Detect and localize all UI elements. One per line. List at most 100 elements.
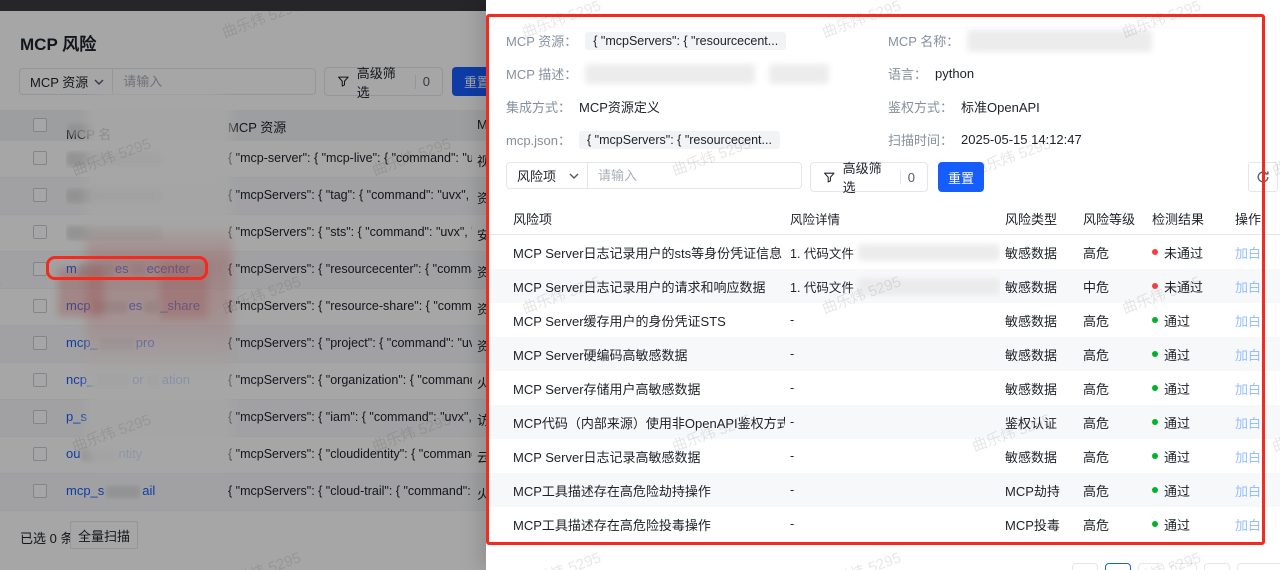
whitelist-link[interactable]: 加白 (1235, 371, 1265, 405)
page-button[interactable] (1171, 563, 1197, 570)
mcp-name-link[interactable]: mcp_ pro (66, 335, 222, 353)
mcp-table-row[interactable]: mcp_s ail { "mcpServers": { "cloud-trail":… (0, 474, 486, 511)
whitelist-link[interactable]: 加白 (1235, 405, 1265, 439)
row-checkbox[interactable] (33, 373, 47, 387)
screenshot-stage: MCP 风险 MCP 资源 高级筛选 0 重置 MCP 名 MCP 资源 M {… (0, 0, 1280, 570)
col-risk-level: 风险等级 (1083, 212, 1136, 227)
risk-item-cell: MCP工具描述存在高危险劫持操作 (513, 483, 711, 499)
mcp-name-link[interactable] (66, 187, 222, 205)
description-value-censored (769, 63, 830, 84)
risk-advanced-filter-button[interactable]: 高级筛选 0 (810, 161, 928, 195)
mcp-table-row[interactable]: mcp_ pro { "mcpServers": { "project": { "c… (0, 326, 486, 363)
whitelist-link[interactable]: 加白 (1235, 337, 1265, 371)
left-search-input[interactable] (113, 74, 315, 89)
mcp-name-link[interactable]: mcp_s ail (66, 483, 222, 501)
row-checkbox[interactable] (33, 262, 47, 276)
mcp-name-link[interactable]: mcp es _share (66, 298, 222, 316)
status-dot (1152, 283, 1158, 289)
mcp-extra-cell: 安 (477, 228, 486, 243)
detect-result-text: 未通过 (1164, 245, 1204, 261)
mcp-table-row[interactable]: ou ntity { "mcpServers": { "cloudidentity"… (0, 437, 486, 474)
mcp-name-link[interactable]: ncp_ or ation (66, 372, 222, 390)
whitelist-link[interactable]: 加白 (1235, 235, 1265, 269)
detect-result-text: 通过 (1164, 415, 1191, 431)
page-size-select[interactable] (1237, 563, 1280, 570)
risk-level-cell: 高危 (1083, 449, 1110, 465)
name-value-censored (967, 29, 1153, 52)
mcp-table-row[interactable]: { "mcpServers": { "tag": { "command": "u… (0, 178, 486, 215)
name-fragment: ail (142, 483, 156, 498)
risk-detail-cell: - (790, 507, 1000, 541)
risk-type-cell: MCP投毒 (1005, 517, 1060, 533)
status-dot (1152, 317, 1158, 323)
divider (899, 170, 901, 184)
row-checkbox[interactable] (33, 151, 47, 165)
mcp-extra-cell: 视 (477, 154, 486, 169)
name-fragment: ation (161, 372, 190, 387)
mcp-table-row[interactable]: m es ecenter { "mcpServers": { "resourcecen… (0, 252, 486, 289)
risk-level-cell: 中危 (1083, 279, 1110, 295)
whitelist-link[interactable]: 加白 (1235, 473, 1265, 507)
row-checkbox[interactable] (33, 410, 47, 424)
row-checkbox[interactable] (33, 299, 47, 313)
risk-type-cell: 敏感数据 (1005, 449, 1058, 465)
row-checkbox[interactable] (33, 188, 47, 202)
detect-result-cell: 通过 (1152, 439, 1232, 473)
whitelist-link[interactable]: 加白 (1235, 507, 1265, 541)
scan-all-button[interactable]: 全量扫描 (70, 521, 138, 549)
divider (414, 74, 416, 89)
row-checkbox[interactable] (33, 225, 47, 239)
mcp-table-row[interactable]: p_s { "mcpServers": { "iam": { "command":… (0, 400, 486, 437)
row-checkbox[interactable] (33, 447, 47, 461)
risk-reset-button[interactable]: 重置 (938, 162, 984, 192)
mcp-name-link[interactable] (66, 150, 222, 168)
browser-top-bar (0, 0, 486, 11)
mcp-resource-cell: { "mcpServers": { "project": { "command"… (228, 336, 472, 350)
mcp-extra-cell: 云 (477, 450, 486, 465)
mcp-name-link[interactable]: p_s (66, 409, 222, 427)
censored-gap (130, 263, 145, 276)
whitelist-link[interactable]: 加白 (1235, 269, 1265, 303)
mcp-name-link[interactable]: m es ecenter (66, 261, 222, 279)
mcp-name-link[interactable]: ou ntity (66, 446, 222, 464)
risk-detail-cell: - (790, 337, 1000, 371)
page-next-button[interactable] (1204, 563, 1230, 570)
funnel-icon (338, 76, 349, 87)
language-value: python (935, 66, 975, 81)
mcp-table-row[interactable]: { "mcp-server": { "mcp-live": { "command… (0, 141, 486, 178)
censored-gap (145, 374, 160, 387)
mcp-table-row[interactable]: ncp_ or ation { "mcpServers": { "organizati… (0, 363, 486, 400)
detect-result-cell: 通过 (1152, 371, 1232, 405)
left-field-selector-label: MCP 资源 (30, 75, 89, 90)
page-prev-button[interactable] (1072, 563, 1098, 570)
whitelist-link[interactable]: 加白 (1235, 439, 1265, 473)
mcp-extra-cell: 访 (477, 413, 486, 428)
left-field-selector[interactable]: MCP 资源 (20, 69, 114, 94)
detect-result-text: 通过 (1164, 381, 1191, 397)
detect-result-cell: 未通过 (1152, 235, 1232, 269)
risk-table-row: MCP Server缓存用户的身份凭证STS - 敏感数据 高危 通过 加白 (486, 303, 1280, 337)
language-label: 语言： (888, 67, 928, 82)
risk-field-selector[interactable]: 风险项 (507, 163, 588, 188)
row-checkbox[interactable] (33, 336, 47, 350)
name-fragment: mcp_s (66, 483, 105, 498)
mcp-table-row[interactable]: mcp es _share { "mcpServers": { "resource-s… (0, 289, 486, 326)
refresh-button[interactable] (1248, 162, 1278, 192)
risk-detail-text: 1. 代码文件 (790, 280, 854, 295)
left-reset-button[interactable]: 重置 (452, 67, 486, 96)
risk-search-input[interactable] (588, 168, 801, 183)
mcp-name-link[interactable] (66, 224, 222, 242)
page-button-current[interactable] (1105, 563, 1131, 570)
select-all-checkbox[interactable] (33, 118, 47, 132)
status-dot (1152, 521, 1158, 527)
funnel-icon (824, 172, 835, 182)
risk-detail-text: - (790, 517, 795, 531)
name-fragment: es (128, 298, 143, 313)
mcp-resource-cell: { "mcpServers": { "iam": { "command": "u… (228, 410, 472, 424)
resource-label: MCP 资源： (506, 34, 578, 49)
mcp-table-row[interactable]: { "mcpServers": { "sts": { "command": "u… (0, 215, 486, 252)
row-checkbox[interactable] (33, 484, 47, 498)
left-advanced-filter-button[interactable]: 高级筛选 0 (324, 66, 443, 100)
page-button[interactable] (1138, 563, 1164, 570)
whitelist-link[interactable]: 加白 (1235, 303, 1265, 337)
